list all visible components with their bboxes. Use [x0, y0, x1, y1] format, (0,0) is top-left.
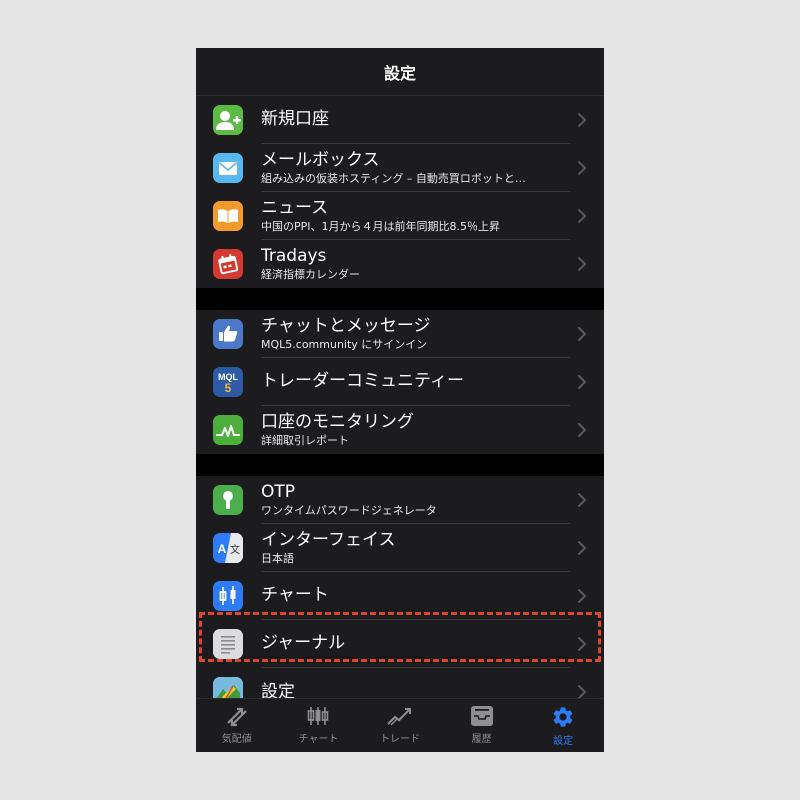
chevron-right-icon — [578, 685, 586, 698]
menu-item-chat[interactable]: チャットとメッセージ MQL5.community にサインイン — [196, 310, 604, 358]
menu-item-account-monitoring[interactable]: 口座のモニタリング 詳細取引レポート — [196, 406, 604, 454]
menu-item-title: ジャーナル — [261, 633, 346, 653]
candlestick-icon — [213, 581, 243, 611]
menu-item-title: ニュース — [261, 197, 329, 218]
menu-item-text: チャットとメッセージ MQL5.community にサインイン — [261, 310, 570, 358]
tab-history[interactable]: 履歴 — [441, 699, 523, 752]
menu-item-text: OTP ワンタイムパスワードジェネレータ — [261, 476, 570, 524]
menu-item-text: インターフェイス 日本語 — [261, 524, 570, 572]
gear-icon — [553, 707, 573, 727]
menu-item-title: OTP — [261, 481, 296, 502]
chevron-right-icon — [578, 327, 586, 341]
tab-quotes[interactable]: 気配値 — [196, 699, 278, 752]
section-gap — [196, 454, 604, 476]
menu-item-news[interactable]: ニュース 中国のPPI、1月から４月は前年同期比8.5％上昇 — [196, 192, 604, 240]
menu-item-text: チャート — [261, 572, 570, 620]
add-account-icon — [213, 105, 243, 135]
settings-group-community: チャットとメッセージ MQL5.community にサインイン MQL 5 トレ… — [196, 310, 604, 454]
menu-item-text: ジャーナル — [261, 620, 570, 668]
tab-label: トレード — [379, 734, 420, 745]
tab-label: 設定 — [553, 736, 574, 747]
language-icon: A文 — [213, 533, 243, 563]
chart-icon — [308, 707, 329, 725]
tab-label: チャート — [298, 734, 339, 745]
menu-item-text: 設定 — [261, 668, 570, 699]
page-title: 設定 — [383, 63, 416, 83]
menu-item-title: Tradays — [261, 246, 327, 266]
menu-item-mailbox[interactable]: メールボックス 組み込みの仮装ホスティング – 自動売買ロボットと… — [196, 144, 604, 192]
chevron-right-icon — [578, 589, 586, 603]
menu-item-title: 口座のモニタリング — [261, 412, 414, 432]
chevron-right-icon — [578, 637, 586, 651]
otp-key-icon — [213, 485, 243, 515]
menu-item-subtitle: 中国のPPI、1月から４月は前年同期比8.5％上昇 — [261, 219, 501, 233]
menu-item-subtitle: 組み込みの仮装ホスティング – 自動売買ロボットと… — [261, 171, 526, 185]
menu-item-journal[interactable]: ジャーナル — [196, 620, 604, 668]
settings-list: 新規口座 メールボックス 組み込みの仮装ホスティング – 自動売買ロボットと… — [196, 96, 604, 698]
svg-text:文: 文 — [230, 543, 240, 556]
menu-item-subtitle: MQL5.community にサインイン — [261, 337, 428, 351]
menu-item-subtitle: ワンタイムパスワードジェネレータ — [261, 503, 437, 517]
settings-app-icon — [213, 677, 243, 698]
menu-item-title: 設定 — [261, 681, 295, 699]
menu-item-text: 新規口座 — [261, 96, 570, 144]
menu-item-new-account[interactable]: 新規口座 — [196, 96, 604, 144]
menu-item-text: トレーダーコミュニティー — [261, 358, 570, 406]
menu-item-subtitle: 日本語 — [261, 551, 294, 565]
chevron-right-icon — [578, 257, 586, 271]
menu-item-chart[interactable]: チャート — [196, 572, 604, 620]
menu-item-tradays[interactable]: Tradays 経済指標カレンダー — [196, 240, 604, 288]
chevron-right-icon — [578, 541, 586, 555]
svg-text:5: 5 — [225, 381, 232, 395]
menu-item-text: Tradays 経済指標カレンダー — [261, 240, 570, 288]
menu-item-settings[interactable]: 設定 — [196, 668, 604, 698]
menu-item-text: 口座のモニタリング 詳細取引レポート — [261, 406, 570, 454]
chevron-right-icon — [578, 209, 586, 223]
menu-item-otp[interactable]: OTP ワンタイムパスワードジェネレータ — [196, 476, 604, 524]
chevron-right-icon — [578, 375, 586, 389]
tab-settings[interactable]: 設定 — [522, 699, 604, 752]
section-gap — [196, 288, 604, 310]
menu-item-interface[interactable]: A文 インターフェイス 日本語 — [196, 524, 604, 572]
tab-label: 気配値 — [221, 734, 252, 745]
app-screen: 設定 新規口座 メールボックス 組み込みの仮装ホスティング – 自動売買ロボット… — [196, 48, 604, 752]
menu-item-trader-community[interactable]: MQL 5 トレーダーコミュニティー — [196, 358, 604, 406]
tab-bar: 気配値 チャート トレード 履歴 設定 — [196, 698, 604, 752]
news-book-icon — [213, 201, 243, 231]
menu-item-text: メールボックス 組み込みの仮装ホスティング – 自動売買ロボットと… — [261, 144, 570, 192]
menu-item-title: インターフェイス — [261, 529, 396, 550]
chevron-right-icon — [578, 493, 586, 507]
svg-text:A: A — [218, 542, 227, 556]
menu-item-subtitle: 詳細取引レポート — [261, 434, 349, 447]
settings-group-accounts: 新規口座 メールボックス 組み込みの仮装ホスティング – 自動売買ロボットと… — [196, 96, 604, 288]
chevron-right-icon — [578, 161, 586, 175]
menu-item-text: ニュース 中国のPPI、1月から４月は前年同期比8.5％上昇 — [261, 192, 570, 240]
settings-group-app: OTP ワンタイムパスワードジェネレータ A文 インターフェイス 日本語 チャー… — [196, 476, 604, 698]
chevron-right-icon — [578, 113, 586, 127]
calendar-icon — [213, 249, 243, 279]
menu-item-title: チャットとメッセージ — [261, 315, 431, 336]
menu-item-title: メールボックス — [261, 149, 380, 170]
nav-bar: 設定 — [196, 48, 604, 96]
chat-hand-icon — [213, 319, 243, 349]
mail-icon — [213, 153, 243, 183]
menu-item-title: チャート — [261, 585, 329, 605]
menu-item-title: トレーダーコミュニティー — [261, 371, 464, 391]
menu-item-subtitle: 経済指標カレンダー — [261, 268, 360, 281]
chevron-right-icon — [578, 423, 586, 437]
tab-label: 履歴 — [471, 734, 492, 745]
monitoring-icon — [213, 415, 243, 445]
mql5-icon: MQL 5 — [213, 367, 243, 397]
trade-icon — [387, 708, 411, 726]
tab-trade[interactable]: トレード — [359, 699, 441, 752]
journal-icon — [213, 629, 243, 659]
menu-item-title: 新規口座 — [261, 109, 329, 129]
quotes-icon — [227, 707, 247, 727]
history-icon — [470, 706, 493, 726]
tab-chart[interactable]: チャート — [278, 699, 360, 752]
